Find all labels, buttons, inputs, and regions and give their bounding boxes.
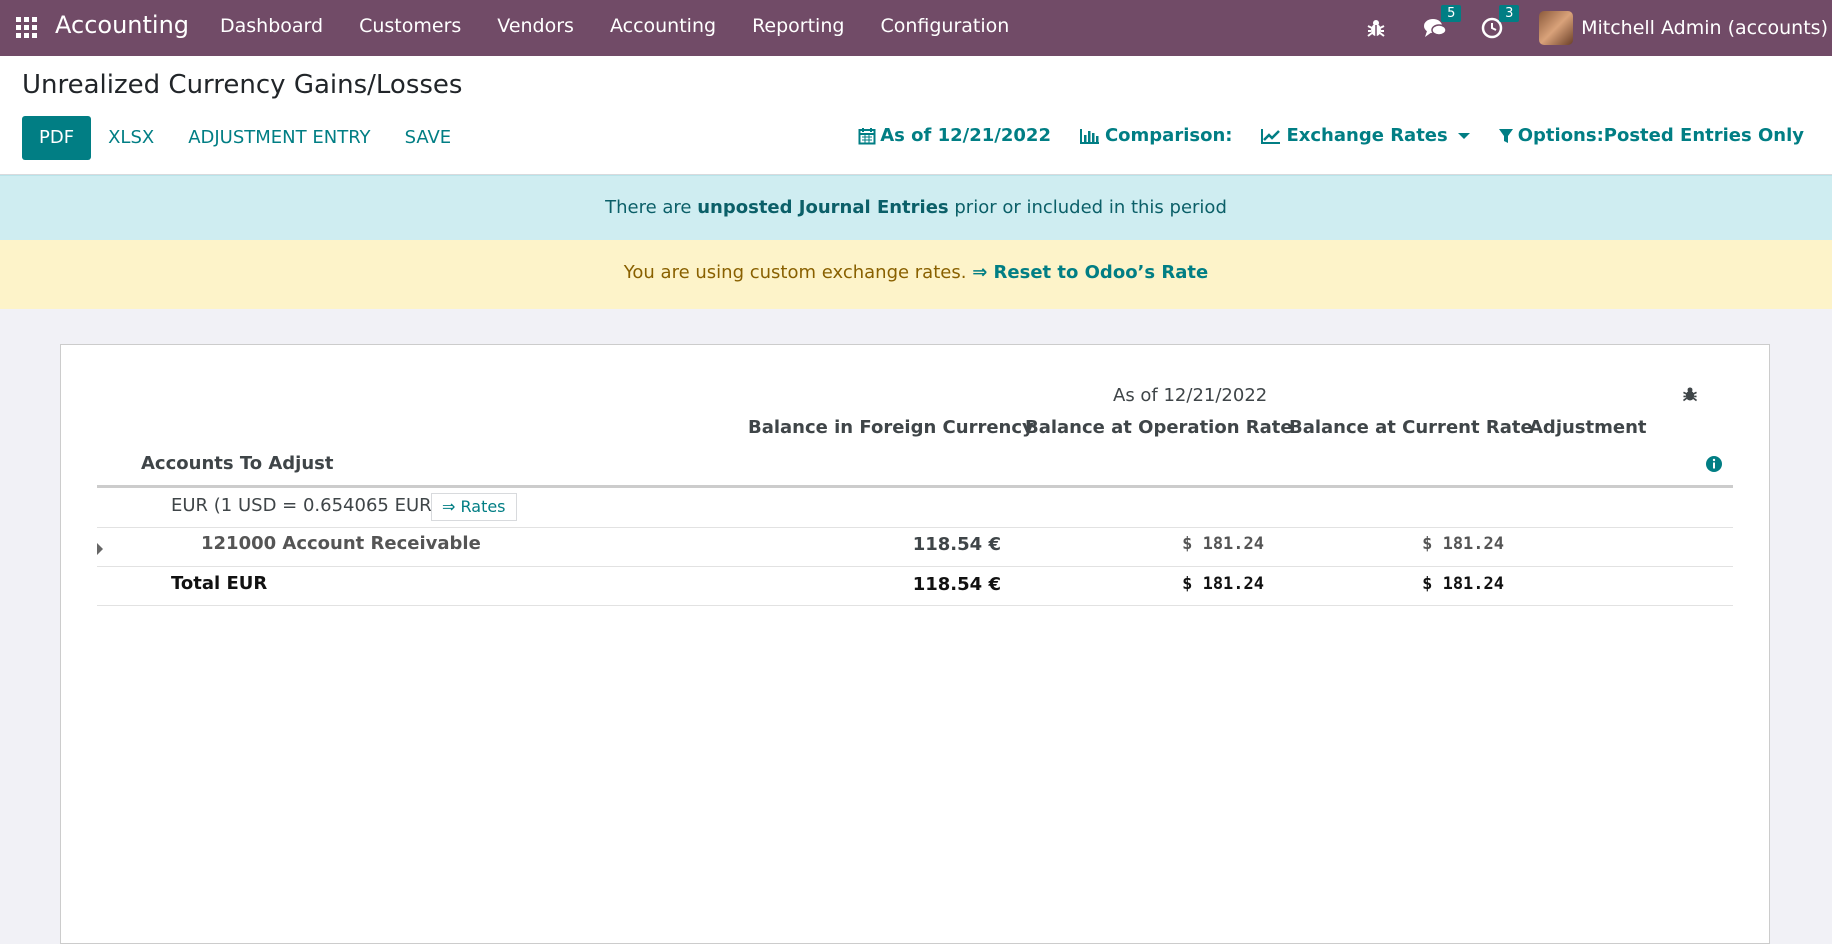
custom-rates-alert: You are using custom exchange rates. ⇒ R… — [0, 240, 1832, 309]
adjustment-entry-button[interactable]: ADJUSTMENT ENTRY — [171, 116, 387, 160]
apps-menu-icon[interactable] — [16, 17, 37, 38]
user-menu[interactable]: Mitchell Admin (accounts) — [1581, 17, 1832, 39]
date-filter[interactable]: As of 12/21/2022 — [858, 125, 1051, 146]
calendar-icon — [858, 127, 876, 144]
menu-item-accounting[interactable]: Accounting — [592, 0, 734, 56]
column-header-foreign-balance: Balance in Foreign Currency — [748, 417, 1034, 438]
currency-group-label: EUR (1 USD = 0.654065 EUR) — [171, 495, 439, 516]
report-filters: As of 12/21/2022 Comparison: Exchange Ra… — [830, 125, 1804, 146]
column-header-current-rate: Balance at Current Rate — [1289, 417, 1533, 438]
alert-warn-text: You are using custom exchange rates. — [623, 262, 967, 283]
line-chart-icon — [1261, 128, 1281, 144]
row-divider — [97, 605, 1733, 606]
total-row-operation: $ 181.24 — [1182, 574, 1264, 594]
bar-chart-icon — [1079, 128, 1099, 144]
user-avatar[interactable] — [1539, 11, 1574, 45]
report-buttons: PDF XLSX ADJUSTMENT ENTRY SAVE — [22, 116, 468, 160]
report-sheet: As of 12/21/2022 Balance in Foreign Curr… — [60, 344, 1770, 944]
account-row-label[interactable]: 121000 Account Receivable — [201, 533, 481, 554]
debug-bug-icon[interactable] — [1681, 385, 1699, 403]
unposted-entries-alert: There are unposted Journal Entries prior… — [0, 175, 1832, 240]
unposted-entries-link[interactable]: unposted Journal Entries — [697, 197, 948, 218]
total-row-current: $ 181.24 — [1422, 574, 1504, 594]
comparison-filter[interactable]: Comparison: — [1079, 125, 1233, 146]
column-header-operation-rate: Balance at Operation Rate — [1025, 417, 1293, 438]
reset-rates-link[interactable]: ⇒ Reset to Odoo’s Rate — [972, 262, 1208, 283]
row-divider — [97, 566, 1733, 567]
menu-item-vendors[interactable]: Vendors — [479, 0, 592, 56]
control-panel: Unrealized Currency Gains/Losses PDF XLS… — [0, 56, 1832, 175]
navbar-systray: 5 3 Mitchell Admin (accounts) — [1365, 0, 1832, 56]
column-header-adjustment: Adjustment — [1529, 417, 1647, 438]
date-filter-label: As of 12/21/2022 — [880, 125, 1051, 146]
exchange-rates-filter[interactable]: Exchange Rates — [1260, 125, 1470, 146]
main-menu: Dashboard Customers Vendors Accounting R… — [202, 0, 1027, 56]
total-row-foreign: 118.54 € — [912, 574, 1001, 595]
account-row-operation: $ 181.24 — [1182, 534, 1264, 554]
header-divider — [97, 485, 1733, 488]
rates-button[interactable]: ⇒ Rates — [431, 493, 517, 521]
top-navbar: Accounting Dashboard Customers Vendors A… — [0, 0, 1832, 56]
messages-icon[interactable]: 5 — [1423, 5, 1462, 39]
period-header: As of 12/21/2022 — [1113, 385, 1268, 406]
menu-item-dashboard[interactable]: Dashboard — [202, 0, 341, 56]
menu-item-customers[interactable]: Customers — [341, 0, 479, 56]
pdf-button[interactable]: PDF — [22, 116, 92, 160]
debug-bug-icon[interactable] — [1365, 17, 1387, 39]
filter-icon — [1498, 128, 1513, 143]
chevron-down-icon — [1457, 132, 1470, 139]
total-row-label: Total EUR — [171, 573, 268, 594]
expand-row-caret-icon[interactable] — [97, 543, 103, 555]
options-label: Options:Posted Entries Only — [1517, 125, 1804, 146]
account-row-foreign: 118.54 € — [912, 534, 1001, 555]
comparison-label: Comparison: — [1104, 125, 1233, 146]
page-title: Unrealized Currency Gains/Losses — [22, 70, 463, 100]
alert-info-suffix: prior or included in this period — [954, 197, 1227, 218]
menu-item-configuration[interactable]: Configuration — [862, 0, 1027, 56]
row-divider — [97, 527, 1733, 528]
info-icon[interactable] — [1705, 455, 1723, 473]
app-name[interactable]: Accounting — [55, 11, 189, 39]
account-row-current: $ 181.24 — [1422, 534, 1504, 554]
accounts-to-adjust-header: Accounts To Adjust — [141, 453, 334, 474]
activities-badge: 3 — [1499, 5, 1520, 22]
exchange-rates-label: Exchange Rates — [1286, 125, 1448, 146]
xlsx-button[interactable]: XLSX — [91, 116, 171, 160]
alert-info-prefix: There are — [605, 197, 692, 218]
activities-clock-icon[interactable]: 3 — [1481, 5, 1520, 39]
messages-badge: 5 — [1441, 5, 1462, 22]
save-button[interactable]: SAVE — [388, 116, 469, 160]
menu-item-reporting[interactable]: Reporting — [734, 0, 862, 56]
options-filter[interactable]: Options:Posted Entries Only — [1498, 125, 1804, 146]
